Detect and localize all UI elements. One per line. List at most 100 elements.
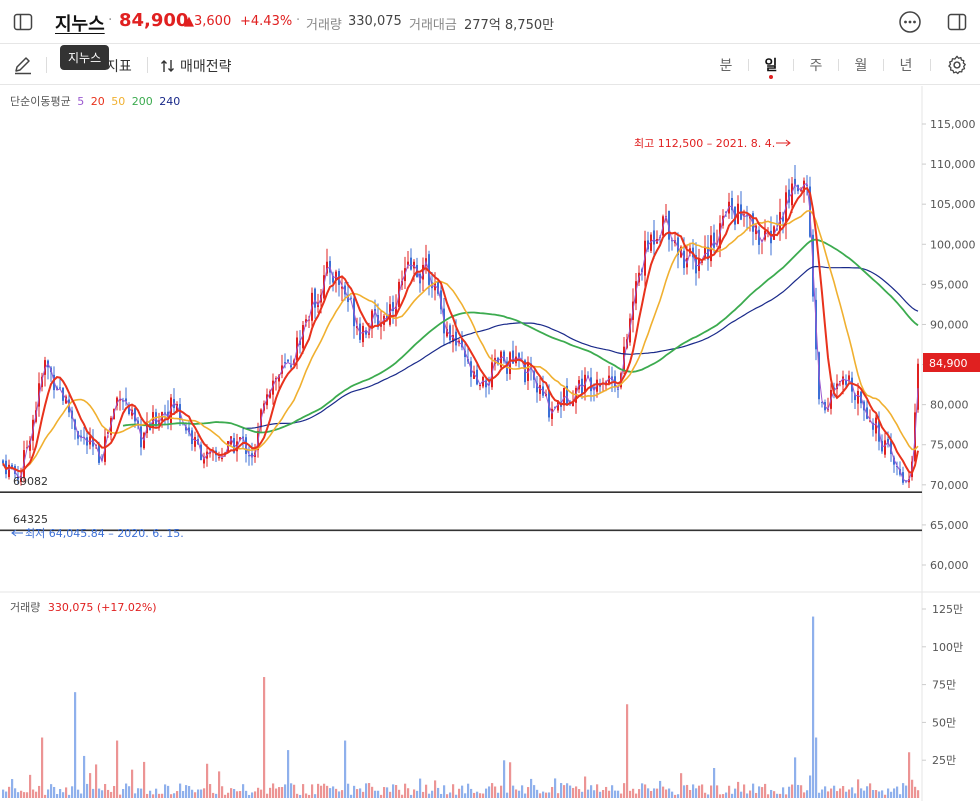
volume-bar [437, 787, 440, 798]
volume-bar [386, 787, 389, 798]
volume-bar [458, 788, 461, 798]
volume-bar [593, 790, 596, 798]
volume-bar [551, 786, 554, 798]
volume-axis: 125만 100만 75만 50만 25만 [922, 603, 963, 767]
volume-bar [623, 783, 626, 798]
volume-bar [677, 794, 680, 798]
volume-tick-label: 25만 [932, 754, 956, 767]
volume-bar [332, 786, 335, 798]
volume-bar [44, 794, 47, 798]
volume-tick-label: 125만 [932, 603, 963, 616]
price-tick-label: 60,000 [930, 559, 969, 572]
volume-bar [668, 788, 671, 798]
volume-bar [329, 788, 332, 798]
volume-bar [815, 737, 818, 798]
volume-bar [164, 784, 167, 798]
price-tick-label: 105,000 [930, 198, 976, 211]
volume-tick-label: 50만 [932, 716, 956, 729]
volume-bar [560, 783, 563, 798]
period-month[interactable]: 월 [851, 55, 871, 75]
period-year[interactable]: 년 [896, 55, 916, 75]
period-minute[interactable]: 분 [716, 55, 736, 75]
volume-bar [722, 794, 725, 798]
volume-bar [131, 769, 134, 798]
volume-bar [521, 785, 524, 798]
volume-bar [128, 786, 131, 798]
volume-bar [647, 788, 650, 798]
volume-legend-label: 거래량 [10, 601, 41, 614]
volume-bar [41, 737, 44, 798]
volume-bar [710, 785, 713, 798]
volume-bar [305, 793, 308, 798]
volume-bar [68, 794, 71, 798]
volume-bar [188, 786, 191, 798]
volume-bar [614, 790, 617, 798]
volume-bar [140, 788, 143, 798]
candle-body [449, 325, 451, 341]
volume-bar [539, 793, 542, 798]
volume-bar [152, 794, 155, 798]
price-change: ▲3,600 [184, 14, 232, 29]
price-axis: 115,000 110,000 105,000 100,000 95,000 90,000… [922, 118, 976, 572]
volume-bar [524, 793, 527, 798]
ma-legend-title: 단순이동평균 [10, 95, 71, 108]
volume-bar [896, 786, 899, 798]
strategy-label: 매매전략 [180, 59, 232, 75]
volume-bar [869, 783, 872, 798]
volume-bar [371, 786, 374, 798]
sidebar-toggle-icon[interactable] [12, 11, 34, 33]
volume-bar [788, 786, 791, 798]
volume-bar [506, 792, 509, 798]
volume-bar [296, 793, 299, 798]
period-day[interactable]: 일 [761, 55, 781, 75]
volume-bar [11, 779, 14, 798]
volume-bar [251, 792, 254, 798]
volume-bar [734, 788, 737, 798]
ma50-legend: 50 [111, 95, 126, 108]
volume-bar [608, 790, 611, 798]
volume-bar [431, 790, 434, 798]
volume-bar [854, 793, 857, 798]
volume-bar [26, 792, 29, 798]
volume-bar [794, 757, 797, 798]
volume-bar [674, 794, 677, 798]
indicator-button[interactable]: 지표 [106, 56, 132, 76]
volume-bar [698, 785, 701, 798]
price-chart[interactable]: 115,000 110,000 105,000 100,000 95,000 90,000… [0, 86, 980, 801]
horizontal-lines[interactable] [0, 491, 922, 532]
volume-bar [38, 785, 41, 798]
separator-dot: · [296, 13, 301, 28]
volume-bar [227, 792, 230, 798]
volume-legend[interactable]: 거래량 330,075 (+17.02%) [10, 599, 157, 615]
trading-strategy-button[interactable]: 매매전략 [160, 56, 232, 76]
volume-tick-label: 75만 [932, 679, 956, 692]
volume-bar [47, 789, 50, 798]
volume-bar [704, 792, 707, 798]
volume-bar [863, 790, 866, 798]
volume-bar [653, 788, 656, 798]
side-panel-icon[interactable] [946, 11, 968, 33]
volume-bar [35, 791, 38, 798]
volume-bar [314, 794, 317, 798]
drawing-pen-icon[interactable] [12, 54, 34, 76]
volume-bar [716, 785, 719, 798]
settings-gear-icon[interactable] [946, 54, 968, 76]
volume-bar [239, 791, 242, 798]
volume-tick-label: 100만 [932, 641, 963, 654]
more-options-icon[interactable] [898, 10, 922, 34]
stock-name[interactable]: 지누스 [55, 10, 105, 36]
volume-bar [719, 794, 722, 798]
volume-bar [365, 783, 368, 798]
volume-bar [809, 775, 812, 798]
volume-bar [758, 786, 761, 798]
ma-legend[interactable]: 단순이동평균 5 20 50 200 240 [10, 93, 183, 109]
volume-bar [503, 760, 506, 798]
volume-bar [293, 784, 296, 798]
volume-bar [692, 784, 695, 798]
volume-bar [749, 790, 752, 798]
volume-bar [908, 752, 911, 798]
volume-bar [743, 784, 746, 798]
ma20-legend: 20 [90, 95, 105, 108]
volume-bar [473, 792, 476, 798]
period-week[interactable]: 주 [806, 55, 826, 75]
